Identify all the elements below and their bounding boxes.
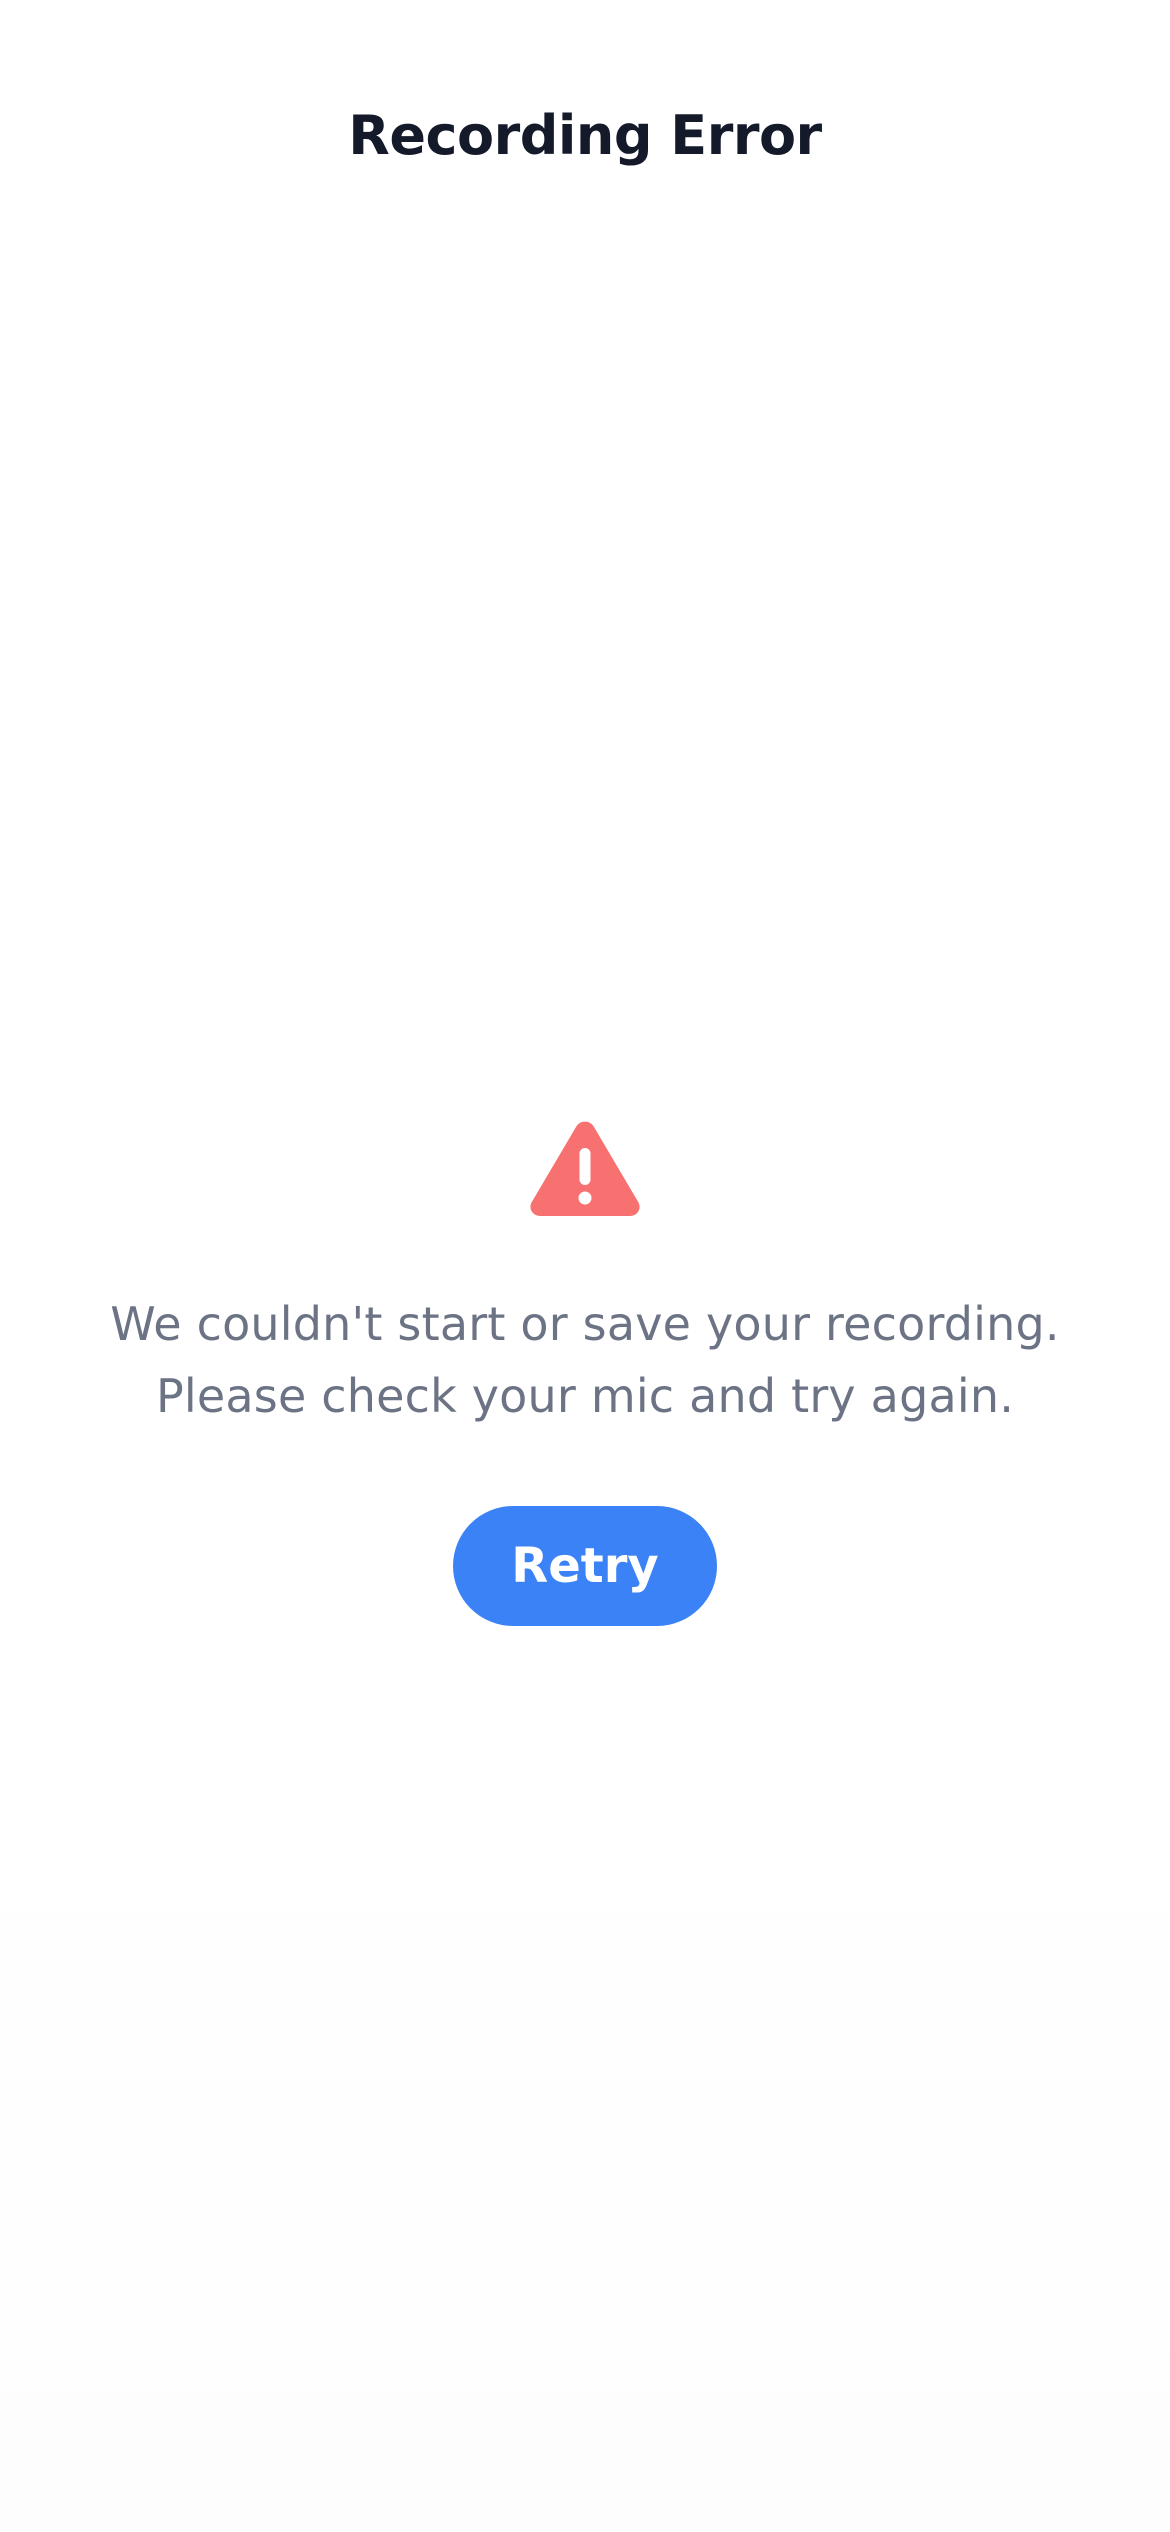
- error-message-line: We couldn't start or save your recording…: [110, 1297, 1060, 1351]
- page-title: Recording Error: [348, 104, 822, 167]
- warning-triangle-icon: [530, 1121, 640, 1216]
- error-message: We couldn't start or save your recording…: [85, 1288, 1085, 1432]
- header: Recording Error: [0, 0, 1170, 230]
- error-panel: We couldn't start or save your recording…: [0, 1120, 1170, 1626]
- error-message-line: Please check your mic and try again.: [155, 1369, 1015, 1423]
- retry-button[interactable]: Retry: [453, 1506, 717, 1626]
